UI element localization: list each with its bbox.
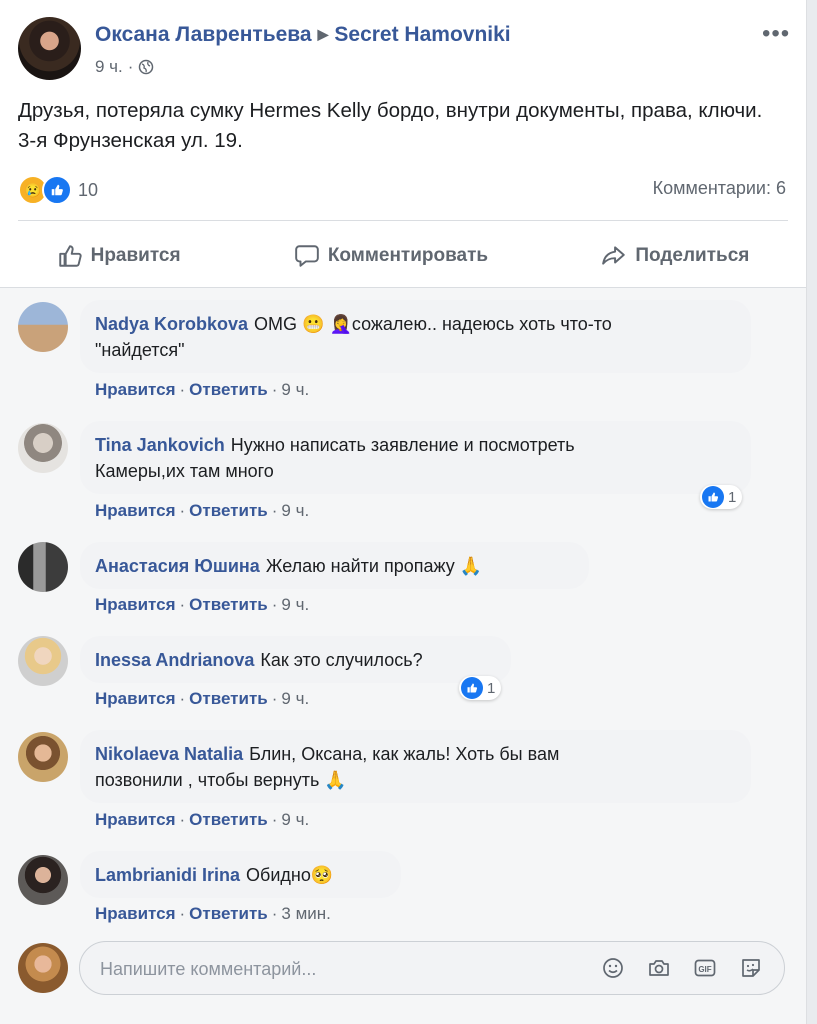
like-button-label: Нравится	[90, 245, 181, 266]
commenter-avatar[interactable]	[18, 855, 68, 905]
comment-bubble: Анастасия Юшина Желаю найти пропажу 🙏	[80, 542, 589, 589]
commenter-avatar[interactable]	[18, 542, 68, 592]
comment-actions: Нравится · Ответить · 9 ч.	[95, 810, 310, 829]
comment-text-line2: "найдется"	[95, 340, 185, 360]
comment-input[interactable]	[98, 942, 582, 996]
comment-reply-link[interactable]: Ответить	[189, 904, 268, 923]
comment-actions: Нравится · Ответить · 9 ч.	[95, 501, 310, 520]
commenter-avatar[interactable]	[18, 636, 68, 686]
commenter-avatar[interactable]	[18, 302, 68, 352]
author-name[interactable]: Оксана Лаврентьева	[95, 23, 312, 46]
reactions-count: 10	[78, 179, 99, 200]
divider	[18, 220, 788, 221]
share-arrow-icon	[602, 246, 626, 265]
comment-bubble: Inessa Andrianova Как это случилось?	[80, 636, 511, 683]
comment-composer: GIF	[79, 941, 785, 996]
sticker-icon[interactable]	[738, 956, 764, 980]
comment-reaction-badge[interactable]: 1	[459, 676, 502, 700]
comment-actions: Нравится · Ответить · 9 ч.	[95, 689, 310, 708]
gif-icon[interactable]: GIF	[692, 956, 718, 980]
comment-like-link[interactable]: Нравится	[95, 501, 176, 520]
comment-text: Как это случилось?	[260, 650, 423, 670]
commenter-avatar[interactable]	[18, 732, 68, 782]
post-author-line: Оксана Лаврентьева ▶ Secret Hamovniki	[95, 23, 511, 47]
arrow-right-icon: ▶	[317, 26, 329, 42]
comment-like-link[interactable]: Нравится	[95, 810, 176, 829]
comment-text: Нужно написать заявление и посмотреть	[230, 435, 575, 455]
commenter-name[interactable]: Nikolaeva Natalia	[95, 744, 243, 764]
comment-time[interactable]: 9 ч.	[281, 380, 309, 399]
comment-bubble: Nadya Korobkova OMG 😬 🤦‍♀️сожалею.. надею…	[80, 300, 751, 373]
comment-reply-link[interactable]: Ответить	[189, 595, 268, 614]
comment-text-line2: позвонили , чтобы вернуть 🙏	[95, 770, 347, 790]
comment-time[interactable]: 9 ч.	[281, 689, 309, 708]
author-avatar[interactable]	[18, 17, 81, 80]
comment-time[interactable]: 3 мин.	[281, 904, 330, 923]
comment-bubble: Lambrianidi Irina Обидно🥺	[80, 851, 401, 898]
post-meta: 9 ч. ·	[95, 57, 154, 77]
comment-time[interactable]: 9 ч.	[281, 810, 309, 829]
commenter-name[interactable]: Lambrianidi Irina	[95, 865, 240, 885]
comment-bubble: Tina Jankovich Нужно написать заявление и…	[80, 421, 751, 494]
comment-text: OMG 😬 🤦‍♀️сожалею.. надеюсь хоть что-то	[254, 314, 612, 334]
comment-reaction-count: 1	[728, 488, 737, 506]
thumbs-up-icon	[58, 245, 82, 267]
like-reaction-icon	[42, 175, 72, 205]
comment-text: Обидно🥺	[246, 865, 334, 885]
like-button[interactable]: Нравится	[57, 243, 181, 269]
comment-reply-link[interactable]: Ответить	[189, 380, 268, 399]
more-options-icon[interactable]: •••	[762, 20, 790, 48]
globe-icon	[139, 59, 154, 75]
comment-like-link[interactable]: Нравится	[95, 595, 176, 614]
svg-text:GIF: GIF	[698, 965, 711, 974]
comment-button-label: Комментировать	[327, 245, 489, 266]
comment-actions: Нравится · Ответить · 9 ч.	[95, 380, 310, 399]
comment-reply-link[interactable]: Ответить	[189, 689, 268, 708]
comment-like-link[interactable]: Нравится	[95, 904, 176, 923]
comment-reaction-badge[interactable]: 1	[700, 485, 743, 509]
speech-bubble-icon	[295, 245, 319, 267]
comment-bubble: Nikolaeva Natalia Блин, Оксана, как жаль!…	[80, 730, 751, 803]
reaction-summary[interactable]: 😢 10	[18, 175, 98, 205]
commenter-name[interactable]: Inessa Andrianova	[95, 650, 254, 670]
like-reaction-icon	[702, 486, 724, 508]
share-button[interactable]: Поделиться	[601, 243, 749, 269]
share-button-label: Поделиться	[635, 245, 750, 266]
smiley-icon[interactable]	[600, 956, 626, 980]
comment-reply-link[interactable]: Ответить	[189, 501, 268, 520]
comment-actions: Нравится · Ответить · 3 мин.	[95, 904, 331, 923]
commenter-name[interactable]: Tina Jankovich	[95, 435, 225, 455]
like-reaction-icon	[461, 677, 483, 699]
comment-actions: Нравится · Ответить · 9 ч.	[95, 595, 310, 614]
comment-text: Желаю найти пропажу 🙏	[265, 556, 483, 576]
group-name[interactable]: Secret Hamovniki	[334, 23, 510, 46]
commenter-name[interactable]: Nadya Korobkova	[95, 314, 248, 334]
comments-count[interactable]: Комментарии: 6	[653, 178, 786, 199]
post-text: Друзья, потеряла сумку Hermes Kelly борд…	[18, 99, 763, 152]
camera-icon[interactable]	[646, 956, 672, 980]
meta-separator: ·	[127, 57, 134, 76]
comment-reaction-count: 1	[487, 679, 496, 697]
comment-text-line2: Камеры,их там много	[95, 461, 274, 481]
commenter-avatar[interactable]	[18, 423, 68, 473]
comment-like-link[interactable]: Нравится	[95, 380, 176, 399]
commenter-name[interactable]: Анастасия Юшина	[95, 556, 260, 576]
post-actions: Нравится Комментировать Поделиться	[0, 232, 806, 280]
comment-reply-link[interactable]: Ответить	[189, 810, 268, 829]
comment-button[interactable]: Комментировать	[294, 243, 488, 269]
comment-like-link[interactable]: Нравится	[95, 689, 176, 708]
comment-time[interactable]: 9 ч.	[281, 501, 309, 520]
comment-time[interactable]: 9 ч.	[281, 595, 309, 614]
post-time[interactable]: 9 ч.	[95, 57, 123, 77]
my-avatar[interactable]	[18, 943, 68, 993]
post-card: Оксана Лаврентьева ▶ Secret Hamovniki 9 ч.…	[0, 0, 807, 1024]
comment-text: Блин, Оксана, как жаль! Хоть бы вам	[249, 744, 560, 764]
